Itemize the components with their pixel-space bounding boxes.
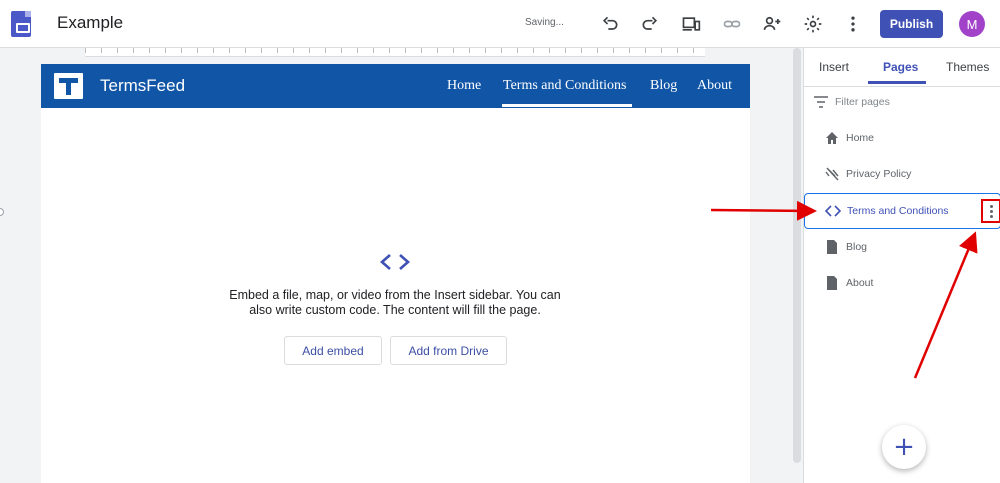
resize-handle[interactable]	[0, 208, 4, 216]
nav-about[interactable]: About	[697, 78, 732, 94]
hidden-link-icon	[825, 167, 839, 181]
filter-icon	[814, 96, 828, 108]
undo-icon[interactable]	[598, 12, 622, 36]
home-icon	[826, 132, 838, 144]
canvas-scrollbar[interactable]	[793, 48, 801, 463]
page-item-terms[interactable]: Terms and Conditions	[804, 193, 1000, 229]
ruler	[85, 48, 705, 57]
site-name: TermsFeed	[100, 76, 186, 95]
site-page: TermsFeed Home Terms and Conditions Blog…	[41, 64, 750, 483]
page-item-about[interactable]: About	[804, 265, 1000, 301]
embed-instructions: Embed a file, map, or video from the Ins…	[229, 288, 561, 317]
more-vert-icon[interactable]	[841, 12, 865, 36]
add-from-drive-button[interactable]: Add from Drive	[390, 336, 507, 365]
pages-panel: Insert Pages Themes Filter pages Home Pr…	[803, 48, 1000, 483]
settings-gear-icon[interactable]	[801, 12, 825, 36]
page-item-label: About	[846, 277, 874, 289]
publish-button[interactable]: Publish	[880, 10, 943, 38]
top-bar: Example Saving... Publish M	[0, 0, 1000, 48]
page-item-label: Terms and Conditions	[847, 205, 949, 217]
page-icon	[827, 276, 837, 290]
nav-terms[interactable]: Terms and Conditions	[503, 78, 626, 94]
page-options-more-icon[interactable]	[981, 199, 1000, 223]
page-item-blog[interactable]: Blog	[804, 229, 1000, 265]
sites-logo-icon[interactable]	[11, 11, 31, 37]
nav-home[interactable]: Home	[447, 78, 481, 94]
tab-themes[interactable]: Themes	[946, 60, 989, 74]
tab-active-indicator	[868, 81, 926, 84]
add-page-button[interactable]: +	[882, 425, 926, 469]
share-person-icon[interactable]	[760, 12, 784, 36]
nav-blog[interactable]: Blog	[650, 78, 677, 94]
tabs-divider	[804, 86, 1000, 87]
page-item-label: Privacy Policy	[846, 168, 912, 180]
nav-active-indicator	[502, 104, 632, 107]
redo-icon[interactable]	[638, 12, 662, 36]
page-icon	[827, 240, 837, 254]
avatar[interactable]: M	[959, 11, 985, 37]
document-title[interactable]: Example	[57, 13, 123, 33]
site-logo-icon	[54, 73, 83, 99]
code-icon	[825, 205, 841, 217]
filter-pages-input[interactable]: Filter pages	[835, 96, 890, 108]
page-item-label: Blog	[846, 241, 868, 253]
editor-canvas: TermsFeed Home Terms and Conditions Blog…	[0, 48, 803, 483]
page-item-privacy-policy[interactable]: Privacy Policy	[804, 156, 1000, 192]
site-header: TermsFeed Home Terms and Conditions Blog…	[41, 64, 750, 108]
code-embed-icon	[380, 254, 410, 270]
page-item-home[interactable]: Home	[804, 120, 1000, 156]
tab-insert[interactable]: Insert	[819, 60, 849, 74]
tab-pages[interactable]: Pages	[883, 60, 918, 74]
add-embed-button[interactable]: Add embed	[284, 336, 382, 365]
preview-devices-icon[interactable]	[679, 12, 703, 36]
link-icon[interactable]	[720, 12, 744, 36]
page-item-label: Home	[846, 132, 875, 144]
save-status: Saving...	[525, 17, 564, 28]
